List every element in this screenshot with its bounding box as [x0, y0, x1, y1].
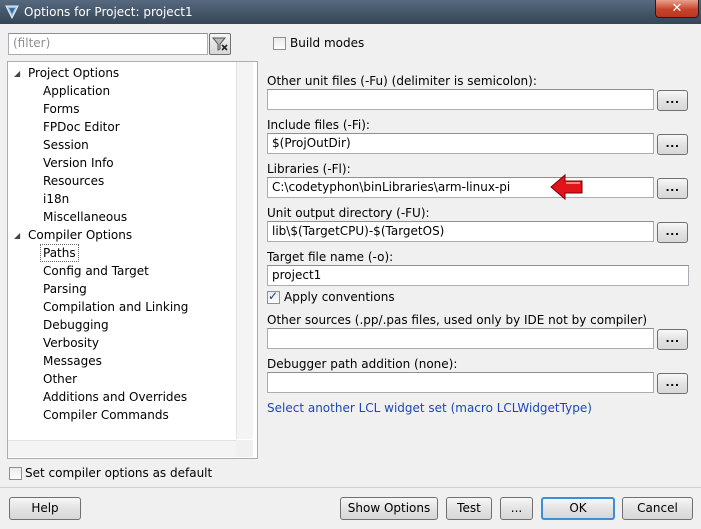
tree-item-additions-and-overrides[interactable]: Additions and Overrides — [41, 389, 189, 405]
set-default-checkbox[interactable] — [9, 467, 22, 480]
collapse-project-options-icon[interactable]: ◢ — [14, 70, 22, 78]
other-units-label: Other unit files (-Fu) (delimiter is sem… — [267, 74, 537, 88]
debugger-path-browse-button[interactable]: ... — [657, 373, 688, 394]
lazarus-app-icon — [5, 5, 19, 20]
more-button[interactable]: ... — [500, 497, 533, 520]
debugger-path-label: Debugger path addition (none): — [267, 357, 458, 371]
include-files-browse-button[interactable]: ... — [657, 134, 688, 155]
set-default-label: Set compiler options as default — [25, 466, 213, 480]
tree-horizontal-scrollbar[interactable] — [8, 440, 236, 457]
red-arrow-icon — [550, 173, 583, 201]
tree-item-application[interactable]: Application — [41, 83, 112, 99]
footer-divider — [0, 487, 701, 488]
filter-input[interactable]: (filter) — [8, 33, 208, 55]
window-title: Options for Project: project1 — [24, 5, 193, 19]
tree-item-forms[interactable]: Forms — [41, 101, 81, 117]
build-modes-checkbox[interactable] — [273, 37, 286, 50]
other-units-browse-button[interactable]: ... — [657, 90, 688, 111]
unit-output-input[interactable]: lib\$(TargetCPU)-$(TargetOS) — [267, 221, 654, 242]
target-file-input[interactable]: project1 — [267, 265, 689, 286]
other-sources-browse-button[interactable]: ... — [657, 329, 688, 350]
test-button[interactable]: Test — [446, 497, 492, 520]
other-units-input[interactable] — [267, 89, 654, 110]
tree-item-session[interactable]: Session — [41, 137, 91, 153]
include-files-input[interactable]: $(ProjOutDir) — [267, 133, 654, 154]
tree-item-debugging[interactable]: Debugging — [41, 317, 111, 333]
target-file-label: Target file name (-o): — [267, 250, 394, 264]
unit-output-browse-button[interactable]: ... — [657, 222, 688, 243]
tree-item-i18n[interactable]: i18n — [41, 191, 71, 207]
other-sources-label: Other sources (.pp/.pas files, used only… — [267, 313, 648, 327]
tree-item-parsing[interactable]: Parsing — [41, 281, 89, 297]
tree-item-messages[interactable]: Messages — [41, 353, 104, 369]
show-options-button[interactable]: Show Options — [340, 497, 438, 520]
libraries-label: Libraries (-Fl): — [267, 162, 351, 176]
tree-item-other[interactable]: Other — [41, 371, 79, 387]
tree-item-project-options[interactable]: Project Options — [26, 65, 121, 81]
tree-item-compilation-and-linking[interactable]: Compilation and Linking — [41, 299, 190, 315]
tree-item-verbosity[interactable]: Verbosity — [41, 335, 101, 351]
tree-vertical-scrollbar[interactable] — [236, 62, 253, 439]
tree-item-miscellaneous[interactable]: Miscellaneous — [41, 209, 129, 225]
tree-item-resources[interactable]: Resources — [41, 173, 106, 189]
clear-filter-button[interactable] — [209, 33, 231, 55]
build-modes-label: Build modes — [290, 36, 365, 50]
options-tree[interactable]: ◢ Project Options Application Forms FPDo… — [7, 61, 258, 459]
apply-conventions-checkbox[interactable] — [267, 289, 280, 304]
tree-item-compiler-commands[interactable]: Compiler Commands — [41, 407, 171, 423]
filter-clear-icon — [211, 37, 228, 51]
cancel-button[interactable]: Cancel — [622, 497, 693, 520]
debugger-path-input[interactable] — [267, 372, 654, 393]
collapse-compiler-options-icon[interactable]: ◢ — [14, 232, 22, 240]
apply-conventions-label: Apply conventions — [284, 290, 395, 304]
tree-item-paths[interactable]: Paths — [40, 244, 79, 262]
tree-item-compiler-options[interactable]: Compiler Options — [26, 227, 134, 243]
tree-item-fpdoc-editor[interactable]: FPDoc Editor — [41, 119, 122, 135]
ok-button[interactable]: OK — [541, 497, 615, 520]
unit-output-label: Unit output directory (-FU): — [267, 206, 430, 220]
libraries-browse-button[interactable]: ... — [657, 178, 688, 199]
close-window-button[interactable]: ✕ — [655, 0, 699, 18]
other-sources-input[interactable] — [267, 328, 654, 349]
libraries-input[interactable]: C:\codetyphon\binLibraries\arm-linux-pi — [267, 177, 654, 198]
scrollbar-corner — [236, 440, 253, 457]
include-files-label: Include files (-Fi): — [267, 118, 370, 132]
select-lcl-widget-link[interactable]: Select another LCL widget set (macro LCL… — [267, 401, 592, 416]
tree-item-version-info[interactable]: Version Info — [41, 155, 116, 171]
tree-item-config-and-target[interactable]: Config and Target — [41, 263, 151, 279]
help-button[interactable]: Help — [9, 497, 81, 520]
